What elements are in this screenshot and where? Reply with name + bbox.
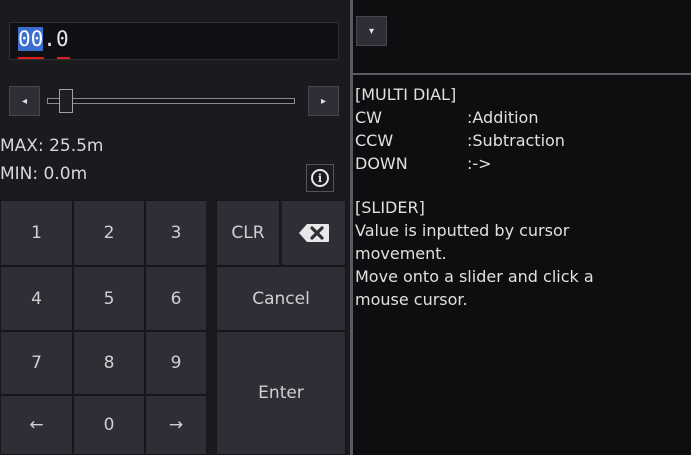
slider-help-line: movement. — [355, 244, 447, 263]
left-arrow-icon: ← — [29, 415, 44, 435]
key-7[interactable]: 7 — [0, 331, 73, 395]
key-3[interactable]: 3 — [145, 200, 207, 266]
backspace-button[interactable] — [281, 200, 346, 266]
slider-help-line: Value is inputted by cursor — [355, 221, 570, 240]
chevron-down-icon: ▾ — [368, 25, 375, 37]
key-0[interactable]: 0 — [73, 395, 145, 455]
value-slider: ◂ ▸ — [9, 86, 339, 116]
value-input[interactable]: 00.0 — [9, 22, 339, 60]
info-icon: i — [311, 169, 329, 187]
help-header-separator — [353, 73, 691, 75]
slider-right-button[interactable]: ▸ — [308, 86, 339, 116]
cursor-underline — [18, 57, 44, 59]
right-arrow-icon: ▸ — [320, 95, 327, 107]
left-arrow-icon: ◂ — [21, 95, 28, 107]
ccw-value: :Subtraction — [467, 131, 565, 150]
cw-key: CW — [355, 108, 382, 127]
slider-help-line: Move onto a slider and click a — [355, 267, 594, 286]
key-6[interactable]: 6 — [145, 266, 207, 331]
key-8[interactable]: 8 — [73, 331, 145, 395]
multi-dial-title: [MULTI DIAL] — [355, 85, 457, 104]
key-4[interactable]: 4 — [0, 266, 73, 331]
slider-left-button[interactable]: ◂ — [9, 86, 40, 116]
numeric-input-panel: 00.0 ◂ ▸ MAX: 25.5m MIN: 0.0m i 1 2 3 CL… — [0, 0, 350, 455]
key-1[interactable]: 1 — [0, 200, 73, 266]
help-text: [MULTI DIAL] CW :Addition CCW :Subtraction… — [355, 83, 691, 311]
slider-thumb[interactable] — [58, 89, 73, 113]
cw-value: :Addition — [467, 108, 539, 127]
min-label: MIN: 0.0m — [0, 164, 88, 184]
slider-help-line: mouse cursor. — [355, 290, 468, 309]
enter-button[interactable]: Enter — [216, 331, 346, 455]
clr-button[interactable]: CLR — [216, 200, 280, 266]
max-label: MAX: 25.5m — [0, 136, 104, 156]
value-remainder: .0 — [43, 27, 69, 51]
key-2[interactable]: 2 — [73, 200, 145, 266]
dropdown-button[interactable]: ▾ — [356, 16, 387, 46]
selected-digits: 00 — [18, 27, 44, 51]
ccw-key: CCW — [355, 131, 394, 150]
info-button[interactable]: i — [306, 164, 334, 192]
down-key: DOWN — [355, 154, 408, 173]
slider-title: [SLIDER] — [355, 198, 425, 217]
cursor-right-button[interactable]: → — [145, 395, 207, 455]
key-9[interactable]: 9 — [145, 331, 207, 395]
backspace-icon — [298, 224, 329, 242]
edit-underline — [57, 57, 70, 59]
key-5[interactable]: 5 — [73, 266, 145, 331]
cancel-button[interactable]: Cancel — [216, 266, 346, 331]
right-arrow-icon: → — [168, 415, 184, 435]
slider-track[interactable] — [47, 98, 295, 104]
cursor-left-button[interactable]: ← — [0, 395, 73, 455]
down-value: :-> — [467, 154, 492, 173]
